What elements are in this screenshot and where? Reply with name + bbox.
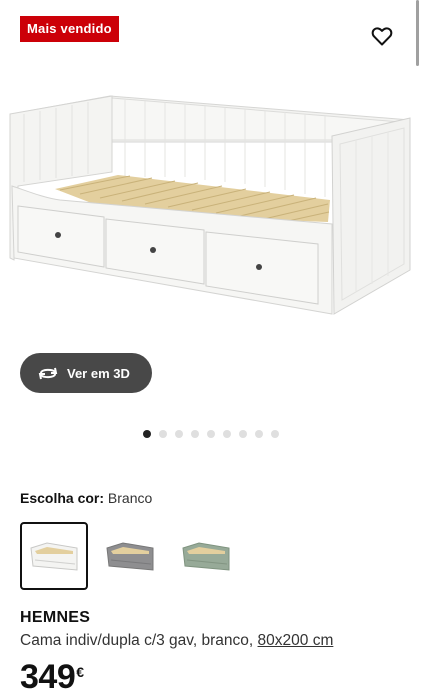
swatch-grey[interactable] xyxy=(96,522,164,590)
product-brand: HEMNES xyxy=(20,609,91,626)
product-description-text: Cama indiv/dupla c/3 gav, branco, xyxy=(20,632,254,649)
color-swatches xyxy=(20,522,240,590)
heart-outline-icon[interactable] xyxy=(370,24,394,48)
product-gallery[interactable]: Mais vendido Ver em 3D xyxy=(0,0,422,438)
gallery-dot[interactable] xyxy=(239,430,247,438)
gallery-dot[interactable] xyxy=(143,430,151,438)
page-scrollbar[interactable] xyxy=(416,0,419,66)
gallery-dot[interactable] xyxy=(159,430,167,438)
product-size-link[interactable]: 80x200 cm xyxy=(258,632,334,649)
rotate-3d-icon xyxy=(38,367,58,380)
swatch-grey-image xyxy=(106,542,154,571)
bestseller-badge: Mais vendido xyxy=(20,16,119,42)
color-selector-label: Escolha cor: Branco xyxy=(20,490,152,506)
price-currency: € xyxy=(76,664,84,680)
view-in-3d-button[interactable]: Ver em 3D xyxy=(20,353,152,393)
swatch-green-image xyxy=(182,542,230,571)
product-price: 349€ xyxy=(20,658,84,697)
view-in-3d-label: Ver em 3D xyxy=(67,365,130,381)
gallery-dot[interactable] xyxy=(191,430,199,438)
gallery-pagination[interactable] xyxy=(143,430,279,438)
product-image xyxy=(9,95,411,315)
gallery-dot[interactable] xyxy=(223,430,231,438)
price-value: 349 xyxy=(20,658,76,696)
swatch-white-image xyxy=(30,542,78,571)
swatch-green[interactable] xyxy=(172,522,240,590)
gallery-dot[interactable] xyxy=(207,430,215,438)
gallery-dot[interactable] xyxy=(255,430,263,438)
color-value: Branco xyxy=(107,490,153,506)
product-description: Cama indiv/dupla c/3 gav, branco, 80x200… xyxy=(20,632,333,650)
swatch-white[interactable] xyxy=(20,522,88,590)
gallery-dot[interactable] xyxy=(271,430,279,438)
color-label: Escolha cor: xyxy=(20,490,105,506)
gallery-dot[interactable] xyxy=(175,430,183,438)
